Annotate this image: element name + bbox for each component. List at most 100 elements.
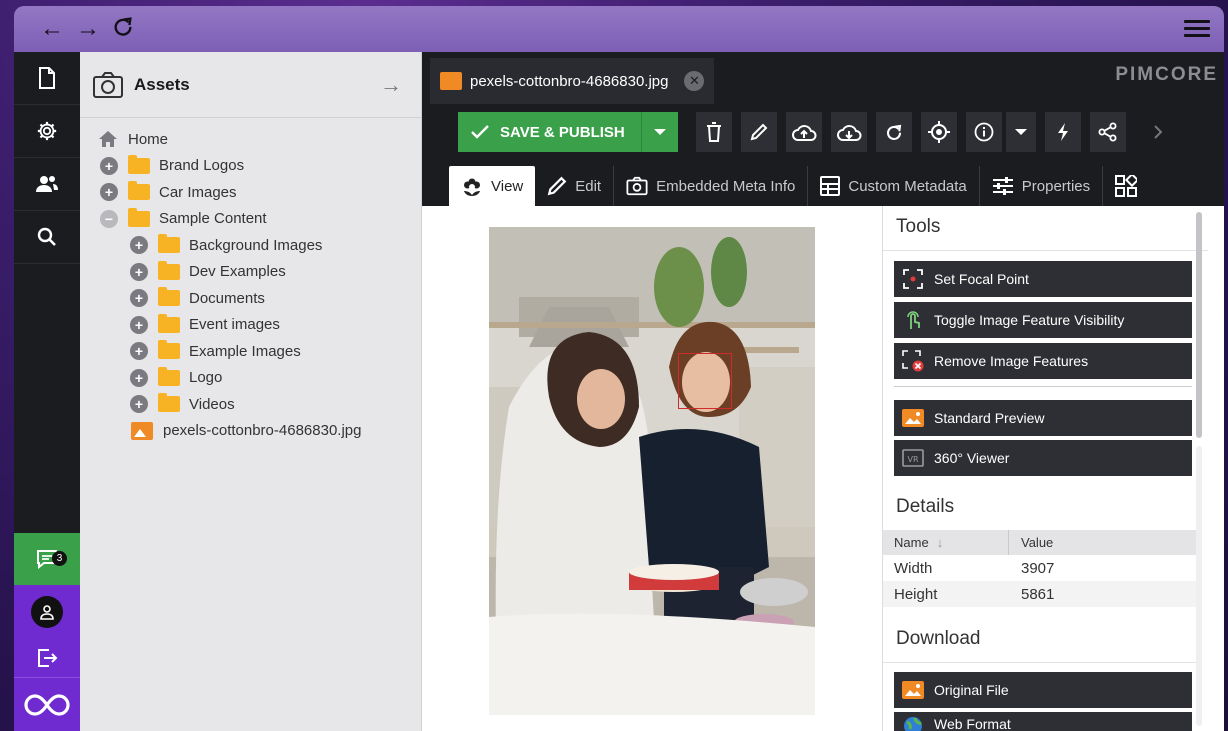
tree-node-brand-logos[interactable]: + Brand Logos <box>80 153 421 180</box>
tree-node-documents[interactable]: + Documents <box>80 285 421 312</box>
value-column-header[interactable]: Value <box>1009 535 1053 550</box>
search-nav-button[interactable] <box>14 211 80 264</box>
tab-asset-file[interactable]: pexels-cottonbro-4686830.jpg ✕ <box>430 58 715 104</box>
folder-icon <box>158 234 180 254</box>
generate-button[interactable] <box>1044 112 1081 152</box>
share-button[interactable] <box>1089 112 1126 152</box>
folder-icon <box>128 207 150 227</box>
tab-more[interactable] <box>1103 166 1149 206</box>
tab-view[interactable]: View <box>449 166 536 206</box>
tab-custom-metadata[interactable]: Custom Metadata <box>808 166 980 206</box>
dependencies-icon <box>1115 175 1138 197</box>
delete-button[interactable] <box>695 112 732 152</box>
tool-label: Remove Image Features <box>934 353 1089 369</box>
tab-label: Custom Metadata <box>848 177 967 195</box>
tree-node-example-images[interactable]: + Example Images <box>80 338 421 365</box>
save-publish-main[interactable]: SAVE & PUBLISH <box>458 112 642 152</box>
download-web-format-button[interactable]: Web Format <box>894 712 1192 731</box>
360-viewer-button[interactable]: VR 360° Viewer <box>894 440 1192 476</box>
table-row[interactable]: Height 5861 <box>883 581 1202 607</box>
editor-tab-bar: pexels-cottonbro-4686830.jpg ✕ PIMCORE <box>422 52 1224 104</box>
set-focal-point-button[interactable]: Set Focal Point <box>894 261 1192 297</box>
collapse-minus-icon[interactable]: − <box>100 209 118 228</box>
expand-plus-icon[interactable]: + <box>130 368 148 387</box>
refresh-icon <box>886 124 901 141</box>
show-in-tree-button[interactable] <box>920 112 957 152</box>
expand-plus-icon[interactable]: + <box>130 262 148 281</box>
tree-node-label: Documents <box>189 289 265 307</box>
toggle-feature-visibility-button[interactable]: Toggle Image Feature Visibility <box>894 302 1192 338</box>
camera-icon <box>93 71 123 98</box>
tab-edit[interactable]: Edit <box>535 166 615 206</box>
tree-node-label: Car Images <box>159 183 237 201</box>
expand-plus-icon[interactable]: + <box>130 315 148 334</box>
toolbar-scroll-right[interactable] <box>1140 112 1176 152</box>
users-icon <box>36 176 58 192</box>
name-column-header[interactable]: Name ↓ <box>883 530 1009 555</box>
tree-node-label: Brand Logos <box>159 157 245 175</box>
expand-plus-icon[interactable]: + <box>100 156 118 175</box>
notification-count-badge: 3 <box>52 551 67 566</box>
standard-preview-button[interactable]: Standard Preview <box>894 400 1192 436</box>
tree-node-label: Example Images <box>189 342 301 360</box>
expand-plus-icon[interactable]: + <box>130 289 148 308</box>
tab-embedded-meta[interactable]: Embedded Meta Info <box>614 166 809 206</box>
save-publish-button[interactable]: SAVE & PUBLISH <box>458 112 678 152</box>
expand-plus-icon[interactable]: + <box>130 395 148 414</box>
expand-plus-icon[interactable]: + <box>100 183 118 202</box>
documents-nav-button[interactable] <box>14 52 80 105</box>
table-row[interactable]: Width 3907 <box>883 555 1202 581</box>
tree-node-car-images[interactable]: + Car Images <box>80 179 421 206</box>
tree-node-home[interactable]: Home <box>80 126 421 153</box>
users-nav-button[interactable] <box>14 158 80 211</box>
tree-node-event-images[interactable]: + Event images <box>80 312 421 339</box>
rename-button[interactable] <box>740 112 777 152</box>
tree-node-image-file[interactable]: pexels-cottonbro-4686830.jpg <box>80 418 421 445</box>
more-options-dropdown[interactable] <box>1005 112 1036 152</box>
tool-label: Standard Preview <box>934 410 1045 426</box>
chevron-down-icon <box>653 129 666 135</box>
info-button[interactable] <box>965 112 1002 152</box>
user-profile-button[interactable] <box>14 585 80 639</box>
hamburger-menu-icon[interactable] <box>1184 16 1210 38</box>
forward-arrow-icon[interactable]: → <box>76 15 100 44</box>
tree-node-label: Home <box>128 130 169 148</box>
settings-nav-button[interactable] <box>14 105 80 158</box>
expand-plus-icon[interactable]: + <box>130 342 148 361</box>
download-original-button[interactable]: Original File <box>894 672 1192 708</box>
tab-label: pexels-cottonbro-4686830.jpg <box>470 72 669 90</box>
tree-node-videos[interactable]: + Videos <box>80 391 421 418</box>
asset-tree-header: Assets → <box>80 52 421 118</box>
remove-image-features-button[interactable]: Remove Image Features <box>894 343 1192 379</box>
notifications-button[interactable]: 3 <box>14 533 80 585</box>
tab-properties[interactable]: Properties <box>980 166 1104 206</box>
tool-label: Web Format <box>934 716 1011 731</box>
reload-icon[interactable] <box>112 15 134 44</box>
reload-button[interactable] <box>875 112 912 152</box>
tree-node-sample-content[interactable]: − Sample Content <box>80 206 421 233</box>
download-button[interactable] <box>830 112 867 152</box>
focal-point-marker[interactable] <box>678 353 732 409</box>
tree-node-dev-examples[interactable]: + Dev Examples <box>80 259 421 286</box>
scrollbar-thumb[interactable] <box>1196 212 1202 438</box>
asset-toolbar: SAVE & PUBLISH <box>422 104 1224 160</box>
upload-button[interactable] <box>785 112 822 152</box>
back-arrow-icon[interactable]: ← <box>40 15 64 44</box>
pimcore-logo-icon[interactable] <box>14 677 80 731</box>
asset-image-preview[interactable] <box>489 227 815 715</box>
expand-plus-icon[interactable]: + <box>130 236 148 255</box>
tool-label: Set Focal Point <box>934 271 1029 287</box>
scrollbar-track[interactable] <box>1196 446 1202 726</box>
logout-button[interactable] <box>14 639 80 677</box>
details-heading: Details <box>883 486 1202 531</box>
tree-node-logo[interactable]: + Logo <box>80 365 421 392</box>
folder-icon <box>158 340 180 360</box>
folder-icon <box>158 287 180 307</box>
save-options-dropdown[interactable] <box>642 112 678 152</box>
details-table: Name ↓ Value Width 3907 Height 5861 <box>883 530 1202 607</box>
arrow-right-icon[interactable]: → <box>380 72 402 98</box>
tree-node-background-images[interactable]: + Background Images <box>80 232 421 259</box>
close-tab-icon[interactable]: ✕ <box>684 71 705 91</box>
tool-label: Toggle Image Feature Visibility <box>934 312 1125 328</box>
tools-divider <box>894 386 1192 387</box>
